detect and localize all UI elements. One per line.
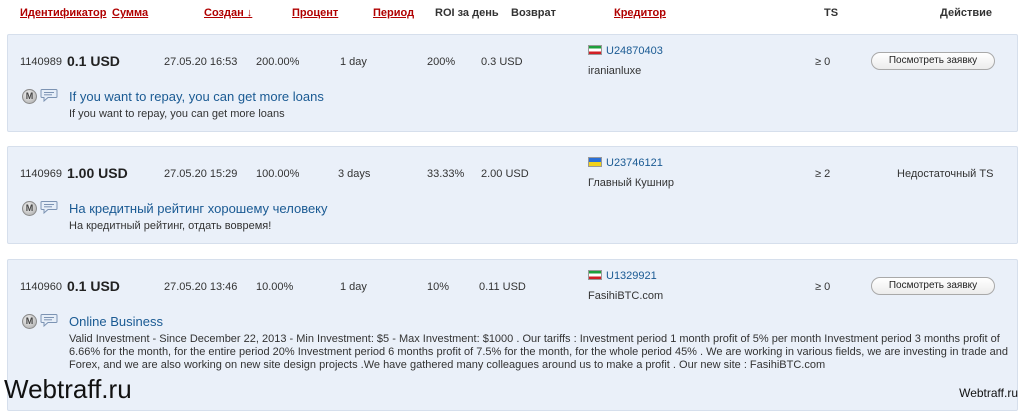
lender-id-link[interactable]: U1329921 bbox=[606, 270, 657, 282]
loan-id: 1140960 bbox=[20, 281, 63, 293]
loan-roi: 200% bbox=[427, 56, 456, 68]
lender-id-line: U24870403 bbox=[588, 45, 663, 57]
loan-amount: 1.00 USD bbox=[67, 165, 128, 181]
iran-flag-icon bbox=[588, 270, 602, 280]
sort-id-link[interactable]: Идентификатор bbox=[20, 7, 107, 19]
loan-title-link[interactable]: Online Business bbox=[69, 314, 163, 329]
loan-period: 3 days bbox=[338, 168, 371, 180]
loan-percent: 200.00% bbox=[256, 56, 300, 68]
loan-created: 27.05.20 13:46 bbox=[164, 281, 238, 293]
lender-name: Главный Кушнир bbox=[588, 177, 674, 189]
lender-id-line: U23746121 bbox=[588, 157, 663, 169]
loan-created: 27.05.20 15:29 bbox=[164, 168, 238, 180]
loan-id: 1140989 bbox=[20, 56, 63, 68]
ts-value: ≥ 2 bbox=[815, 168, 831, 180]
loan-return: 2.00 USD bbox=[481, 168, 529, 180]
loan-description: If you want to repay, you can get more l… bbox=[69, 108, 285, 120]
table-header: Идентификатор Сумма Создан ↓ Процент Пер… bbox=[0, 0, 1024, 30]
ts-value: ≥ 0 bbox=[815, 281, 831, 293]
watermark-left: Webtraff.ru bbox=[4, 374, 132, 404]
loan-icons: M bbox=[22, 88, 58, 105]
ts-value: ≥ 0 bbox=[815, 56, 831, 68]
lender-id-link[interactable]: U24870403 bbox=[606, 45, 663, 57]
loan-icons: M bbox=[22, 200, 58, 217]
iran-flag-icon bbox=[588, 45, 602, 55]
m-badge-icon: M bbox=[22, 89, 37, 104]
loan-created: 27.05.20 16:53 bbox=[164, 56, 238, 68]
loan-title-link[interactable]: На кредитный рейтинг хорошему человеку bbox=[69, 201, 328, 216]
watermark-right: Webtraff.ru bbox=[959, 386, 1018, 400]
view-request-button[interactable]: Посмотреть заявку bbox=[871, 277, 995, 295]
sort-period-link[interactable]: Период bbox=[373, 7, 414, 19]
comment-icon[interactable] bbox=[40, 200, 58, 217]
loan-roi: 10% bbox=[427, 281, 450, 293]
loan-percent: 100.00% bbox=[256, 168, 300, 180]
view-request-button[interactable]: Посмотреть заявку bbox=[871, 52, 995, 70]
loan-title-link[interactable]: If you want to repay, you can get more l… bbox=[69, 89, 324, 104]
sort-amount-link[interactable]: Сумма bbox=[112, 7, 148, 19]
lender-id-link[interactable]: U23746121 bbox=[606, 157, 663, 169]
sort-percent-link[interactable]: Процент bbox=[292, 7, 338, 19]
loan-amount: 0.1 USD bbox=[67, 53, 120, 69]
sort-created-link[interactable]: Создан ↓ bbox=[204, 7, 252, 19]
comment-icon[interactable] bbox=[40, 88, 58, 105]
lender-name: iranianluxe bbox=[588, 65, 642, 77]
loan-icons: M bbox=[22, 313, 58, 330]
loan-roi: 33.33% bbox=[427, 168, 465, 180]
lender-name: FasihiBTC.com bbox=[588, 290, 664, 302]
loan-id: 1140969 bbox=[20, 168, 63, 180]
loan-amount: 0.1 USD bbox=[67, 278, 120, 294]
loan-card: 1140969 1.00 USD 27.05.20 15:29 100.00% … bbox=[7, 146, 1018, 244]
insufficient-ts-label: Недостаточный TS bbox=[897, 168, 994, 180]
lender-id-line: U1329921 bbox=[588, 270, 657, 282]
loan-return: 0.11 USD bbox=[479, 281, 526, 293]
loan-card: 1140960 0.1 USD 27.05.20 13:46 10.00% 1 … bbox=[7, 259, 1018, 411]
ukraine-flag-icon bbox=[588, 157, 602, 167]
loan-return: 0.3 USD bbox=[481, 56, 523, 68]
ts-header: TS bbox=[824, 7, 839, 19]
m-badge-icon: M bbox=[22, 314, 37, 329]
action-header: Действие bbox=[940, 7, 992, 19]
loan-description: Valid Investment - Since December 22, 20… bbox=[69, 333, 1008, 371]
sort-lender-link[interactable]: Кредитор bbox=[614, 7, 666, 19]
m-badge-icon: M bbox=[22, 201, 37, 216]
loan-description: На кредитный рейтинг, отдать вовремя! bbox=[69, 220, 272, 232]
loan-card: 1140989 0.1 USD 27.05.20 16:53 200.00% 1… bbox=[7, 34, 1018, 132]
comment-icon[interactable] bbox=[40, 313, 58, 330]
loan-percent: 10.00% bbox=[256, 281, 294, 293]
return-header: Возврат bbox=[511, 7, 556, 19]
loan-period: 1 day bbox=[340, 281, 367, 293]
roi-header: ROI за день bbox=[435, 7, 499, 19]
loan-period: 1 day bbox=[340, 56, 367, 68]
